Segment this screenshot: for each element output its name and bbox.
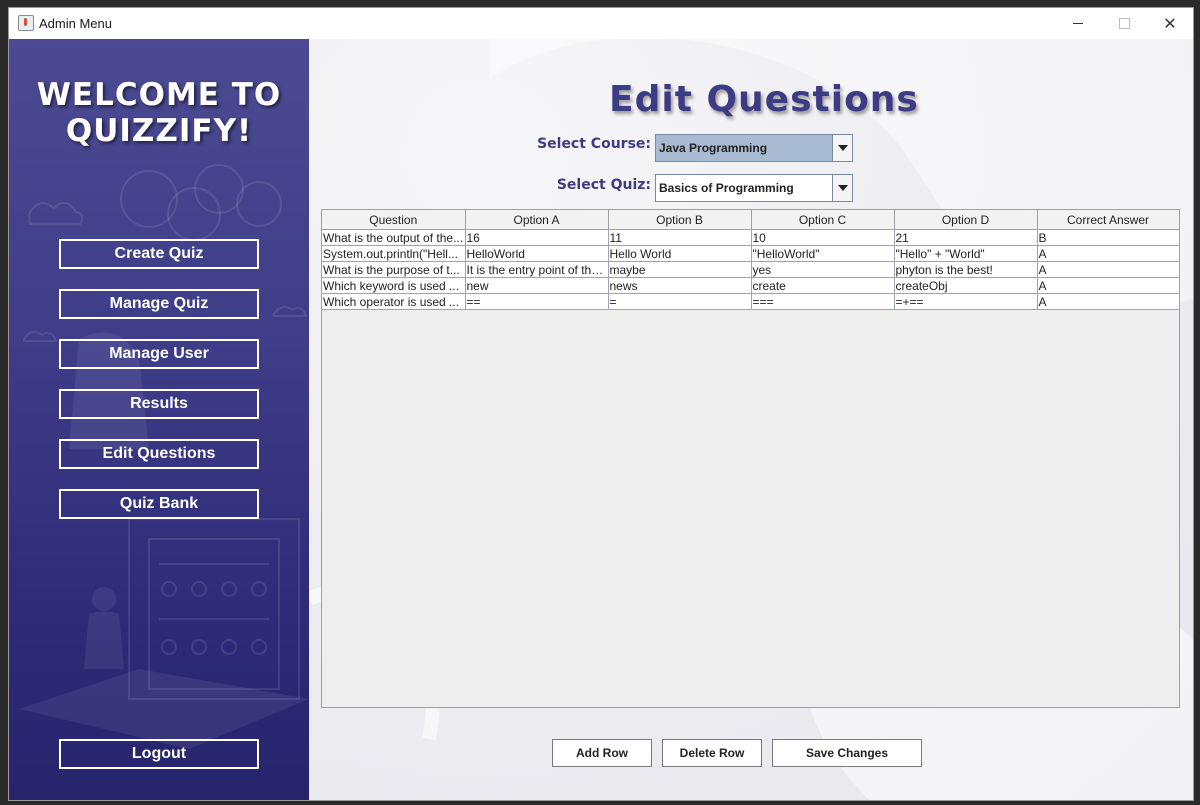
logout-button[interactable]: Logout (59, 739, 259, 769)
table-cell[interactable]: What is the output of the... (322, 229, 466, 246)
quiz-dropdown-value: Basics of Programming (659, 181, 794, 195)
table-cell[interactable]: It is the entry point of the... (464, 261, 609, 278)
sidebar: WELCOME TO QUIZZIFY! Create Quiz Manage … (9, 39, 309, 800)
minimize-icon (1073, 23, 1083, 24)
table-row[interactable]: System.out.println("Hell... HelloWorld H… (322, 245, 1180, 262)
edit-questions-button[interactable]: Edit Questions (59, 439, 259, 469)
column-header[interactable]: Question (322, 210, 466, 230)
minimize-button[interactable] (1055, 8, 1101, 39)
column-header[interactable]: Correct Answer (1036, 210, 1180, 230)
table-cell[interactable]: A (1036, 261, 1180, 278)
chevron-down-icon[interactable] (832, 135, 852, 161)
manage-quiz-button[interactable]: Manage Quiz (59, 289, 259, 319)
welcome-heading: WELCOME TO QUIZZIFY! (9, 77, 309, 149)
quiz-illustration (19, 164, 309, 749)
table-cell[interactable]: === (750, 293, 895, 310)
table-cell[interactable]: B (1036, 229, 1180, 246)
quiz-dropdown[interactable]: Basics of Programming (655, 174, 853, 202)
table-cell[interactable]: new (464, 277, 609, 294)
results-button[interactable]: Results (59, 389, 259, 419)
title-bar: Admin Menu ✕ (9, 8, 1193, 39)
column-header[interactable]: Option C (750, 210, 895, 230)
welcome-line-1: WELCOME TO (36, 77, 282, 113)
quiz-bank-button[interactable]: Quiz Bank (59, 489, 259, 519)
table-cell[interactable]: A (1036, 277, 1180, 294)
table-cell[interactable]: =+== (893, 293, 1038, 310)
table-cell[interactable]: "HelloWorld" (750, 245, 895, 262)
welcome-line-2: QUIZZIFY! (65, 113, 253, 149)
table-cell[interactable]: news (607, 277, 752, 294)
table-cell[interactable]: phyton is the best! (893, 261, 1038, 278)
table-cell[interactable]: 11 (607, 229, 752, 246)
table-cell[interactable]: HelloWorld (464, 245, 609, 262)
table-cell[interactable]: Hello World (607, 245, 752, 262)
window-title: Admin Menu (39, 16, 112, 31)
table-cell[interactable]: yes (750, 261, 895, 278)
table-row[interactable]: Which operator is used ... == = === =+==… (322, 293, 1180, 310)
table-row[interactable]: Which keyword is used ... new news creat… (322, 277, 1180, 294)
table-cell[interactable]: 21 (893, 229, 1038, 246)
table-cell[interactable]: A (1036, 245, 1180, 262)
select-quiz-label: Select Quiz: (556, 177, 651, 193)
chevron-down-icon[interactable] (832, 175, 852, 201)
add-row-button[interactable]: Add Row (552, 739, 652, 767)
questions-table: Question Option A Option B Option C Opti… (321, 209, 1180, 708)
main-panel: Edit Questions Select Course: Java Progr… (309, 39, 1193, 800)
table-cell[interactable]: Which keyword is used ... (322, 277, 466, 294)
save-changes-button[interactable]: Save Changes (772, 739, 922, 767)
manage-user-button[interactable]: Manage User (59, 339, 259, 369)
table-header-row: Question Option A Option B Option C Opti… (322, 210, 1180, 230)
table-cell[interactable]: 16 (464, 229, 609, 246)
table-cell[interactable]: maybe (607, 261, 752, 278)
table-cell[interactable]: == (464, 293, 609, 310)
table-cell[interactable]: createObj (893, 277, 1038, 294)
course-dropdown[interactable]: Java Programming (655, 134, 853, 162)
close-icon: ✕ (1163, 15, 1177, 33)
select-course-label: Select Course: (537, 136, 651, 152)
table-cell[interactable]: "Hello" + "World" (893, 245, 1038, 262)
course-dropdown-value: Java Programming (656, 135, 834, 161)
table-cell[interactable]: A (1036, 293, 1180, 310)
table-cell[interactable]: 10 (750, 229, 895, 246)
delete-row-button[interactable]: Delete Row (662, 739, 762, 767)
table-cell[interactable]: System.out.println("Hell... (322, 245, 466, 262)
table-row[interactable]: What is the purpose of t... It is the en… (322, 261, 1180, 278)
column-header[interactable]: Option D (893, 210, 1038, 230)
close-button[interactable]: ✕ (1147, 8, 1193, 39)
table-cell[interactable]: create (750, 277, 895, 294)
java-app-icon (18, 15, 34, 31)
table-cell[interactable]: = (607, 293, 752, 310)
column-header[interactable]: Option A (464, 210, 609, 230)
table-row[interactable]: What is the output of the... 16 11 10 21… (322, 229, 1180, 246)
create-quiz-button[interactable]: Create Quiz (59, 239, 259, 269)
table-cell[interactable]: Which operator is used ... (322, 293, 466, 310)
column-header[interactable]: Option B (607, 210, 752, 230)
maximize-button[interactable] (1101, 8, 1147, 39)
maximize-icon (1118, 18, 1130, 29)
admin-menu-window: Admin Menu ✕ WELCOME TO QUIZZIFY! Create… (8, 7, 1194, 801)
page-title: Edit Questions (609, 79, 919, 120)
table-cell[interactable]: What is the purpose of t... (322, 261, 466, 278)
